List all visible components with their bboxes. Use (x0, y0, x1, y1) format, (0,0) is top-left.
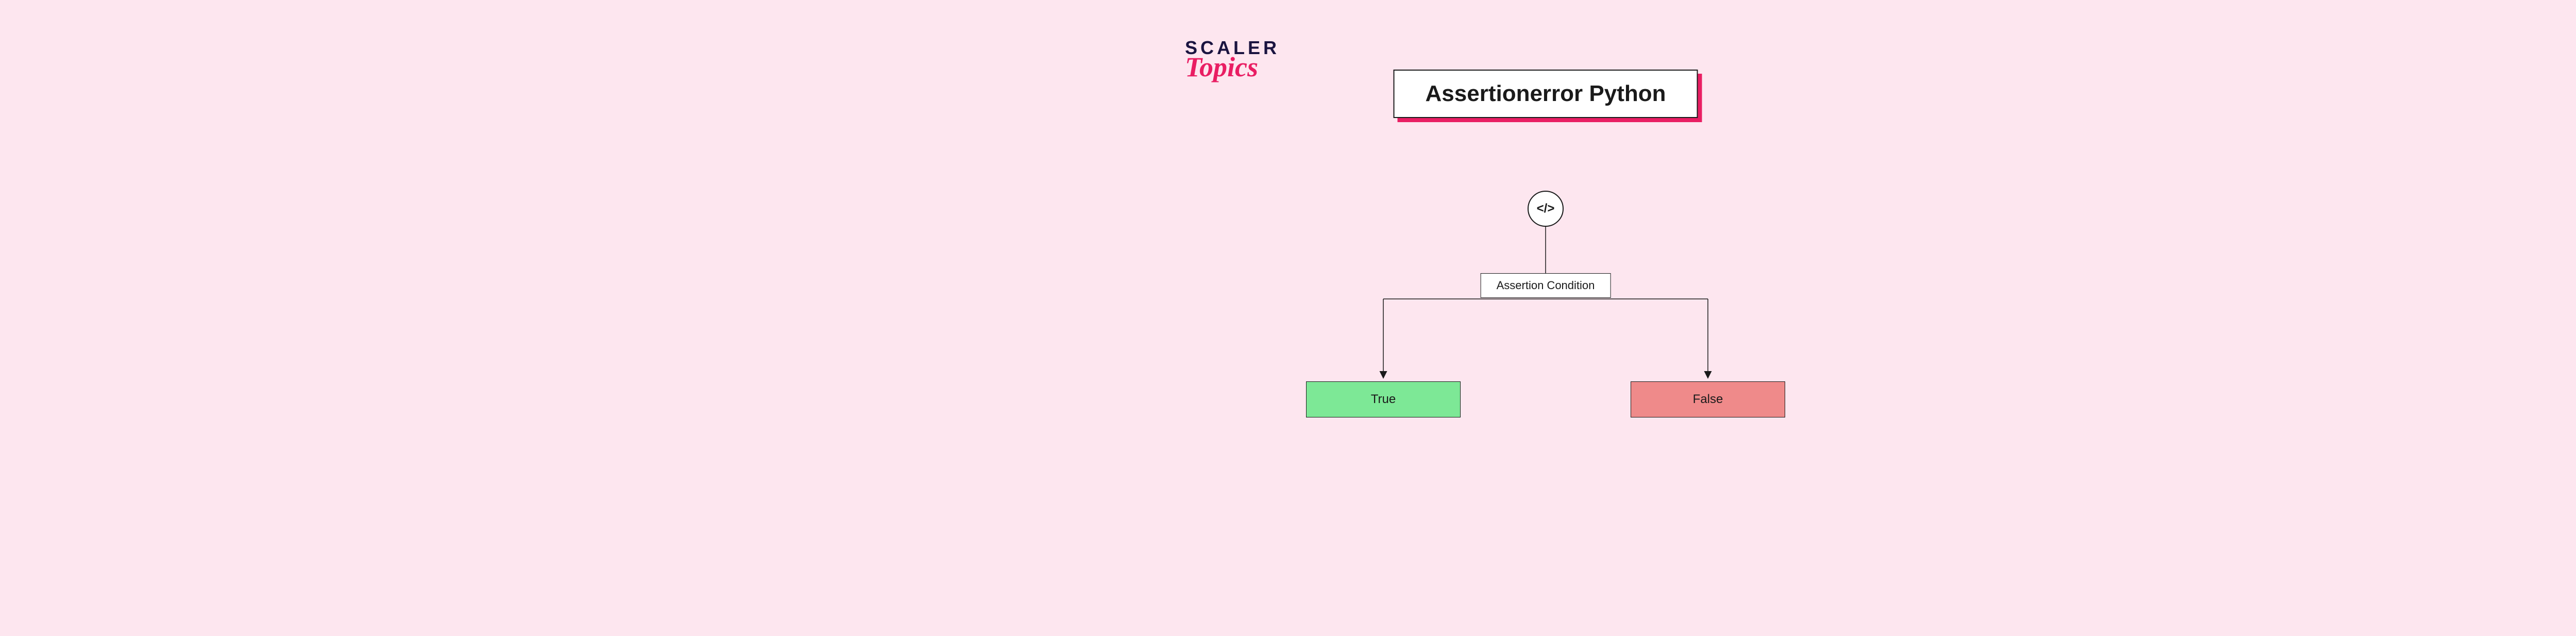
false-result-node: False (1631, 381, 1785, 417)
flowchart-diagram: </> Assertion Condition True False (1288, 191, 1803, 500)
brand-logo: SCALER Topics (1185, 39, 1280, 80)
title-container: Assertionerror Python (1394, 70, 1698, 118)
assertion-condition-node: Assertion Condition (1481, 273, 1611, 298)
true-result-node: True (1306, 381, 1461, 417)
code-icon: </> (1528, 191, 1564, 227)
logo-sub-text: Topics (1185, 55, 1280, 80)
page-title: Assertionerror Python (1394, 70, 1698, 118)
flowchart-connectors (1288, 191, 1803, 500)
code-icon-glyph: </> (1537, 202, 1555, 216)
